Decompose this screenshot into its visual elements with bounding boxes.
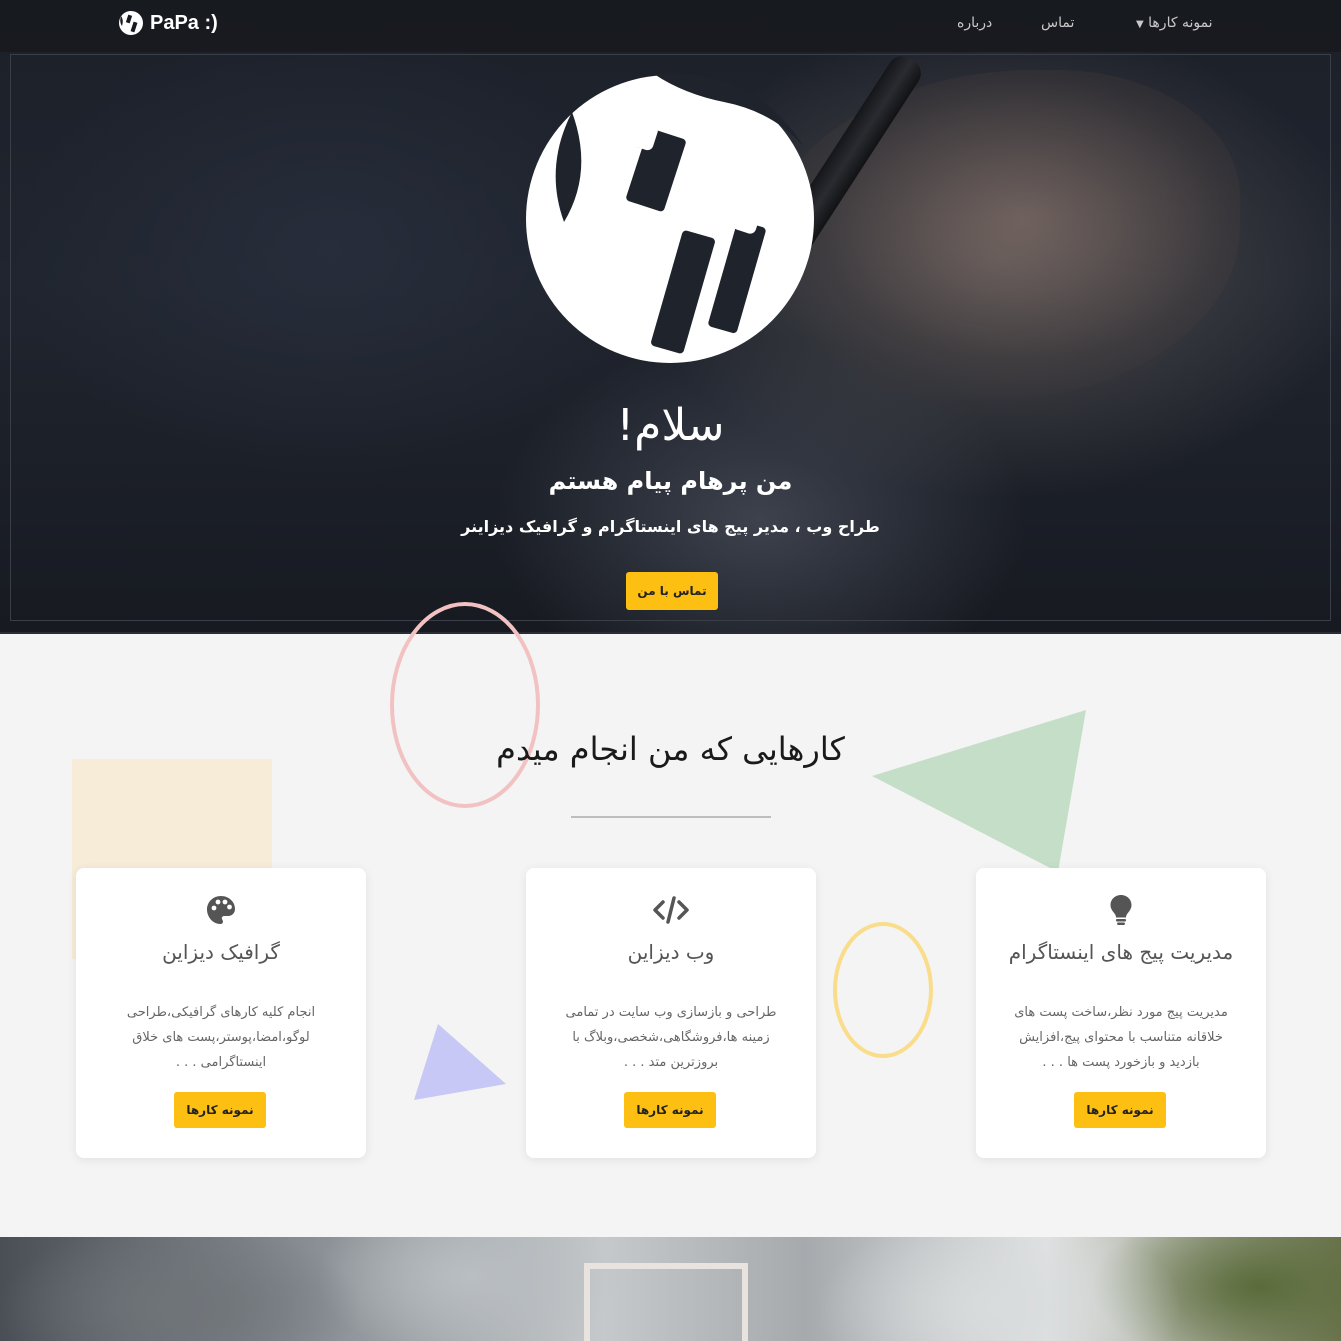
portfolio-button[interactable]: نمونه کارها [174,1092,266,1128]
card-title: گرافیک دیزاین [162,940,280,964]
deco-purple-triangle [414,1024,506,1100]
deco-yellow-ellipse [833,922,933,1058]
hero-subtitle: طراح وب ، مدیر پیج های اینستاگرام و گراف… [461,517,880,536]
code-icon [653,896,689,924]
card-description: انجام کلیه کارهای گرافیکی،طراحی لوگو،امض… [126,1005,316,1070]
palette-icon [207,896,235,924]
service-card-graphic-design: گرافیک دیزاین انجام کلیه کارهای گرافیکی،… [76,868,366,1158]
bottom-frame [584,1263,748,1341]
hero-logo-icon [526,73,814,363]
nav-contact[interactable]: تماس [1041,15,1074,31]
brand-text: PaPa :) [150,11,218,34]
card-description: مدیریت پیج مورد نظر،ساخت پست های خلاقانه… [1014,1005,1228,1070]
portfolio-button[interactable]: نمونه کارها [624,1092,716,1128]
hero-section: سلام! من پرهام پیام هستم طراح وب ، مدیر … [0,0,1341,634]
card-title: مدیریت پیج های اینستاگرام [1008,940,1234,964]
nav-about[interactable]: درباره [957,15,992,31]
portfolio-button[interactable]: نمونه کارها [1074,1092,1166,1128]
card-description: طراحی و بازسازی وب سایت در تمامی زمینه ه… [565,1005,777,1070]
service-card-web-design: وب دیزاین طراحی و بازسازی وب سایت در تما… [526,868,816,1158]
nav-portfolio-dropdown[interactable]: ▼ نمونه کارها [1132,15,1213,31]
hero-greeting: سلام! [616,400,725,451]
card-title: وب دیزاین [627,940,715,964]
brand[interactable]: PaPa :) [118,10,218,36]
nav-portfolio-label: نمونه کارها [1148,15,1213,31]
contact-me-button[interactable]: تماس با من [626,572,718,610]
services-title: کارهایی که من انجام میدم [496,730,845,768]
brand-logo-icon [119,11,143,35]
caret-down-icon: ▼ [1136,19,1144,30]
service-card-instagram-management: مدیریت پیج های اینستاگرام مدیریت پیج مور… [976,868,1266,1158]
deco-red-ellipse [390,602,540,808]
hero-name: من پرهام پیام هستم [548,467,793,495]
bottom-image-section [0,1237,1341,1341]
lightbulb-icon [1110,895,1132,925]
navbar: PaPa :) ▼ نمونه کارها تماس درباره [0,0,1341,52]
title-divider [571,816,771,818]
